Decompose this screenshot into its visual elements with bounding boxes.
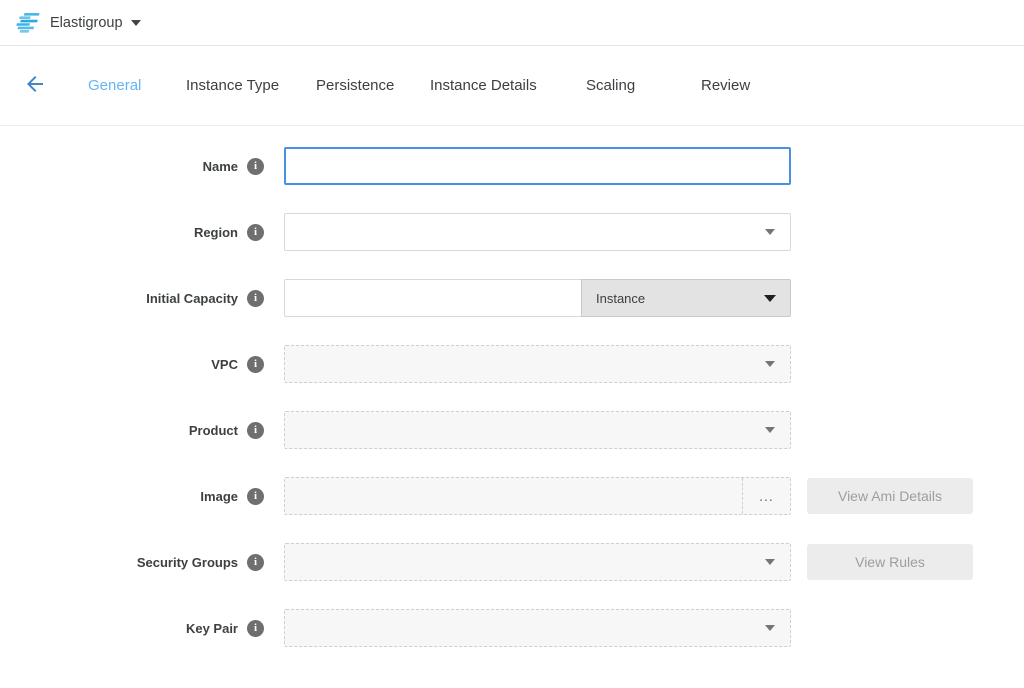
key-pair-select (284, 609, 791, 647)
tab-general[interactable]: General (88, 69, 186, 102)
top-bar: Elastigroup (0, 0, 1024, 46)
info-icon[interactable]: i (247, 356, 264, 373)
form-row-product: Product i (0, 411, 1024, 449)
key-pair-label: Key Pair (186, 621, 238, 636)
form-row-name: Name i (0, 147, 1024, 185)
info-icon[interactable]: i (247, 224, 264, 241)
arrow-left-icon (23, 72, 47, 99)
info-icon[interactable]: i (247, 554, 264, 571)
form-row-security-groups: Security Groups i View Rules (0, 543, 1024, 581)
form-row-region: Region i (0, 213, 1024, 251)
vpc-label: VPC (211, 357, 238, 372)
view-ami-details-button[interactable]: View Ami Details (807, 478, 973, 514)
wizard-tab-bar: General Instance Type Persistence Instan… (0, 46, 1024, 126)
tab-persistence[interactable]: Persistence (316, 69, 430, 102)
security-groups-select (284, 543, 791, 581)
chevron-down-icon (765, 427, 775, 433)
info-icon[interactable]: i (247, 158, 264, 175)
image-browse-button[interactable]: ... (742, 478, 790, 514)
initial-capacity-input[interactable] (284, 279, 581, 317)
view-rules-button[interactable]: View Rules (807, 544, 973, 580)
security-groups-label: Security Groups (137, 555, 238, 570)
image-input: ... (284, 477, 791, 515)
info-icon[interactable]: i (247, 422, 264, 439)
form-row-key-pair: Key Pair i (0, 609, 1024, 647)
chevron-down-icon (765, 559, 775, 565)
initial-capacity-label: Initial Capacity (146, 291, 238, 306)
tab-instance-details[interactable]: Instance Details (430, 69, 586, 102)
tab-review[interactable]: Review (701, 69, 781, 102)
tab-scaling[interactable]: Scaling (586, 69, 701, 102)
chevron-down-icon (765, 625, 775, 631)
vpc-select (284, 345, 791, 383)
general-settings-form: Name i Region i Initial Capacity i Insta… (0, 126, 1024, 647)
chevron-down-icon (764, 295, 776, 302)
form-row-initial-capacity: Initial Capacity i Instance (0, 279, 1024, 317)
name-input[interactable] (284, 147, 791, 185)
back-button[interactable] (20, 71, 50, 101)
region-label: Region (194, 225, 238, 240)
region-select[interactable] (284, 213, 791, 251)
capacity-unit-select[interactable]: Instance (581, 279, 791, 317)
product-select (284, 411, 791, 449)
capacity-unit-value: Instance (596, 291, 645, 306)
product-label: Product (189, 423, 238, 438)
tab-list: General Instance Type Persistence Instan… (88, 69, 781, 102)
info-icon[interactable]: i (247, 290, 264, 307)
chevron-down-icon[interactable] (131, 20, 141, 26)
info-icon[interactable]: i (247, 620, 264, 637)
info-icon[interactable]: i (247, 488, 264, 505)
form-row-vpc: VPC i (0, 345, 1024, 383)
form-row-image: Image i ... View Ami Details (0, 477, 1024, 515)
tab-instance-type[interactable]: Instance Type (186, 69, 316, 102)
chevron-down-icon (765, 229, 775, 235)
elastigroup-logo-icon (14, 11, 40, 35)
image-label: Image (200, 489, 238, 504)
chevron-down-icon (765, 361, 775, 367)
app-switcher-label[interactable]: Elastigroup (50, 15, 123, 31)
name-label: Name (203, 159, 238, 174)
